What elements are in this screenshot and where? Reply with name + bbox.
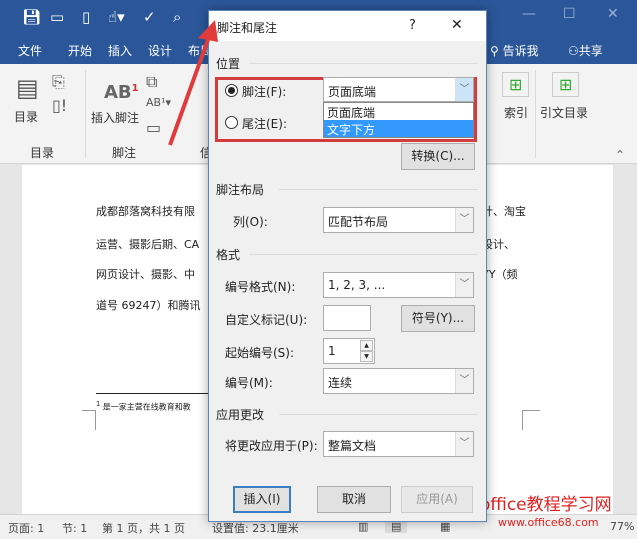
insert-index-icon: ⊞ <box>502 72 530 97</box>
help-button[interactable]: ? <box>409 18 416 33</box>
numbering-select[interactable]: 连续 ﹀ <box>323 368 474 394</box>
format-section-label: 格式 <box>216 248 241 262</box>
custom-mark-label: 自定义标记(U): <box>225 313 308 327</box>
user-add-icon: ⚇ <box>568 44 579 58</box>
index-button[interactable]: 索引 <box>504 104 528 121</box>
chevron-down-icon[interactable]: ﹀ <box>455 432 473 456</box>
apply-to-value: 整篇文档 <box>328 439 377 453</box>
margin-mark <box>522 410 540 430</box>
footnote-endnote-dialog: 脚注和尾注 ? ✕ 位置 脚注(F): 尾注(E): 页面底端 ﹀ 页面底端 文字… <box>208 10 487 522</box>
custom-mark-input[interactable] <box>323 305 371 331</box>
apply-to-select[interactable]: 整篇文档 ﹀ <box>323 431 474 457</box>
tab-insert[interactable]: 插入 <box>108 42 132 59</box>
collapse-ribbon-icon[interactable]: ⌃ <box>615 148 625 162</box>
doc-line: 计、淘宝 <box>482 205 526 218</box>
close-button[interactable]: ✕ <box>451 17 463 33</box>
footnote-text: 1 是一家主营在线教育和教 <box>96 400 191 412</box>
start-at-stepper[interactable]: 1 ▲ ▼ <box>323 338 375 364</box>
footnote-label: 脚注(F): <box>242 85 287 99</box>
chevron-down-icon[interactable]: ﹀ <box>455 273 473 297</box>
start-at-label: 起始编号(S): <box>225 346 295 360</box>
footnote-position-value: 页面底端 <box>328 85 377 99</box>
share-label: 共享 <box>578 44 603 58</box>
insert-footnote-button[interactable]: 插入脚注 <box>91 109 139 126</box>
number-format-label: 编号格式(N): <box>225 280 296 294</box>
doc-line: 网页设计、摄影、中 <box>96 268 195 281</box>
insert-button[interactable]: 插入(I) <box>233 486 291 513</box>
doc-line: 道号 69247）和腾讯 <box>96 299 201 312</box>
spelling-icon[interactable]: ✓ <box>143 8 156 26</box>
chevron-down-icon[interactable]: ﹀ <box>455 208 473 232</box>
layout-section-label: 脚注布局 <box>216 183 265 197</box>
dialog-title-bar: 脚注和尾注 ? ✕ <box>209 11 486 41</box>
close-window-icon[interactable]: ✕ <box>607 6 619 22</box>
symbol-button[interactable]: 符号(Y)... <box>401 305 475 332</box>
chevron-down-icon[interactable]: ﹀ <box>455 369 473 393</box>
toa-button[interactable]: 引文目录 <box>540 104 588 121</box>
dropdown-option[interactable]: 页面底端 <box>324 103 473 120</box>
status-section: 节: 1 <box>62 522 88 535</box>
minimize-icon[interactable]: — <box>522 6 536 22</box>
status-setting: 设置值: 23.1厘米 <box>212 522 299 535</box>
number-format-select[interactable]: 1, 2, 3, ... ﹀ <box>323 272 474 298</box>
columns-select[interactable]: 匹配节布局 ﹀ <box>323 207 474 233</box>
status-page-count: 第 1 页，共 1 页 <box>102 522 185 535</box>
tab-file[interactable]: 文件 <box>18 42 42 59</box>
touch-mode-icon[interactable]: ☝▾ <box>108 8 125 26</box>
tell-me-label: 告诉我 <box>502 44 539 58</box>
start-at-value: 1 <box>328 344 336 358</box>
toc-group-label: 目录 <box>30 146 55 160</box>
show-notes-icon[interactable]: ▭ <box>146 118 161 137</box>
watermark-url: www.office68.com <box>498 516 599 529</box>
insert-footnote-icon: AB1 <box>104 82 139 103</box>
status-page: 页面: 1 <box>8 522 45 535</box>
watermark-title: office教程学习网 <box>480 495 612 515</box>
zoom-level[interactable]: 77% <box>610 520 634 533</box>
number-format-value: 1, 2, 3, ... <box>328 278 386 292</box>
stepper-up-icon[interactable]: ▲ <box>360 340 373 351</box>
footnote-group-label: 脚注 <box>112 146 137 160</box>
update-table-icon[interactable]: ▯! <box>52 96 67 115</box>
apply-button[interactable]: 应用(A) <box>401 486 473 513</box>
search-icon: ⚲ <box>490 44 503 58</box>
insert-toa-icon: ⊞ <box>552 72 580 97</box>
share-button[interactable]: ⚇共享 <box>568 42 603 59</box>
footnote-position-select[interactable]: 页面底端 ﹀ <box>323 77 474 102</box>
maximize-icon[interactable]: ☐ <box>563 6 576 22</box>
dialog-title: 脚注和尾注 <box>217 21 278 35</box>
endnote-radio[interactable] <box>225 116 238 129</box>
columns-value: 匹配节布局 <box>328 215 389 229</box>
footnote-radio[interactable] <box>225 84 238 97</box>
margin-mark <box>82 410 96 430</box>
add-text-icon[interactable]: ⎘ <box>52 72 65 92</box>
footnote-separator <box>96 393 216 394</box>
footnote-position-dropdown: 页面底端 文字下方 <box>323 102 474 138</box>
apply-to-label: 将更改应用于(P): <box>225 439 318 453</box>
stepper-down-icon[interactable]: ▼ <box>360 351 373 362</box>
apply-section-label: 应用更改 <box>216 408 265 422</box>
insert-endnote-icon[interactable]: ⧉ <box>146 72 157 92</box>
annotation-arrow <box>168 20 218 146</box>
doc-line: YY（频 <box>482 268 518 281</box>
chevron-down-icon[interactable]: ﹀ <box>455 78 473 101</box>
doc-line: 成都部落窝科技有限 <box>96 205 195 218</box>
toc-icon: ▤ <box>16 74 39 102</box>
dropdown-option-highlighted[interactable]: 文字下方 <box>324 120 473 137</box>
save-icon[interactable]: 💾︎ <box>22 8 41 26</box>
columns-label: 列(O): <box>233 215 268 229</box>
doc-line: 运营、摄影后期、CA <box>96 238 200 251</box>
cancel-button[interactable]: 取消 <box>317 486 391 513</box>
toc-button[interactable]: 目录 <box>14 108 38 125</box>
open-icon[interactable]: ▭ <box>50 8 64 26</box>
tab-home[interactable]: 开始 <box>68 42 92 59</box>
tell-me-button[interactable]: ⚲ 告诉我 <box>490 42 539 59</box>
numbering-value: 连续 <box>328 376 353 390</box>
numbering-label: 编号(M): <box>225 376 273 390</box>
endnote-label: 尾注(E): <box>242 117 287 131</box>
convert-button[interactable]: 转换(C)... <box>401 143 475 170</box>
new-icon[interactable]: ▯ <box>82 8 90 26</box>
